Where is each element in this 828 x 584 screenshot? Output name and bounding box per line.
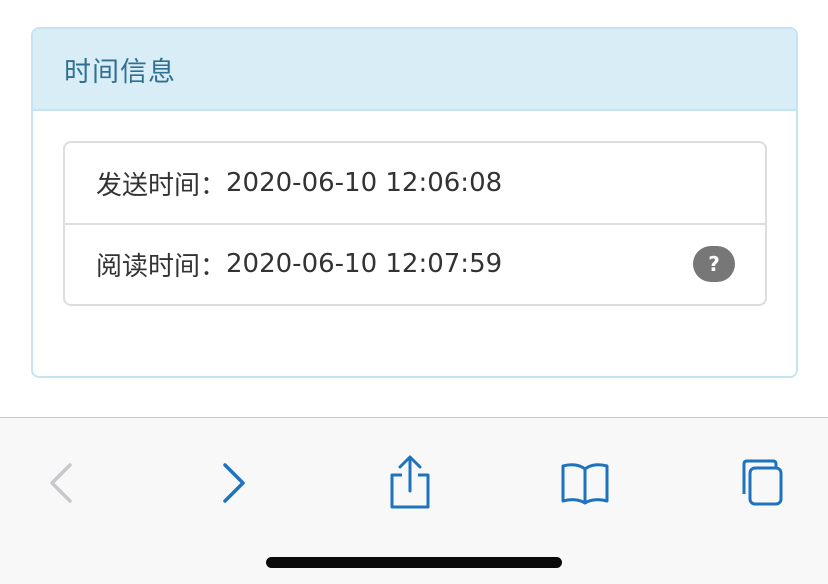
send-time-value: 2020-06-10 12:06:08 bbox=[226, 168, 503, 198]
read-time-value: 2020-06-10 12:07:59 bbox=[226, 249, 503, 279]
browser-page: 时间信息 发送时间： 2020-06-10 12:06:08 阅读时间： 202… bbox=[0, 0, 828, 584]
panel-heading: 时间信息 bbox=[33, 29, 796, 111]
time-list: 发送时间： 2020-06-10 12:06:08 阅读时间： 2020-06-… bbox=[63, 141, 767, 306]
read-time-label: 阅读时间： bbox=[96, 251, 227, 282]
web-content: 时间信息 发送时间： 2020-06-10 12:06:08 阅读时间： 202… bbox=[0, 0, 828, 417]
home-indicator bbox=[266, 557, 562, 568]
book-icon bbox=[561, 463, 609, 505]
bookmarks-button[interactable] bbox=[550, 448, 620, 518]
chevron-left-icon bbox=[50, 463, 72, 503]
time-info-panel: 时间信息 发送时间： 2020-06-10 12:06:08 阅读时间： 202… bbox=[31, 27, 798, 378]
tabs-button[interactable] bbox=[725, 448, 795, 518]
share-button[interactable] bbox=[375, 448, 445, 518]
panel-title: 时间信息 bbox=[64, 56, 176, 88]
help-badge[interactable]: ? bbox=[693, 246, 735, 282]
chevron-right-icon bbox=[223, 463, 245, 503]
send-time-label: 发送时间： bbox=[96, 170, 227, 201]
share-icon bbox=[390, 455, 430, 509]
tabs-icon bbox=[742, 459, 783, 506]
send-time-row: 发送时间： 2020-06-10 12:06:08 bbox=[65, 143, 765, 223]
forward-button[interactable] bbox=[199, 448, 269, 518]
read-time-row: 阅读时间： 2020-06-10 12:07:59 ? bbox=[65, 223, 765, 303]
back-button[interactable] bbox=[26, 448, 96, 518]
